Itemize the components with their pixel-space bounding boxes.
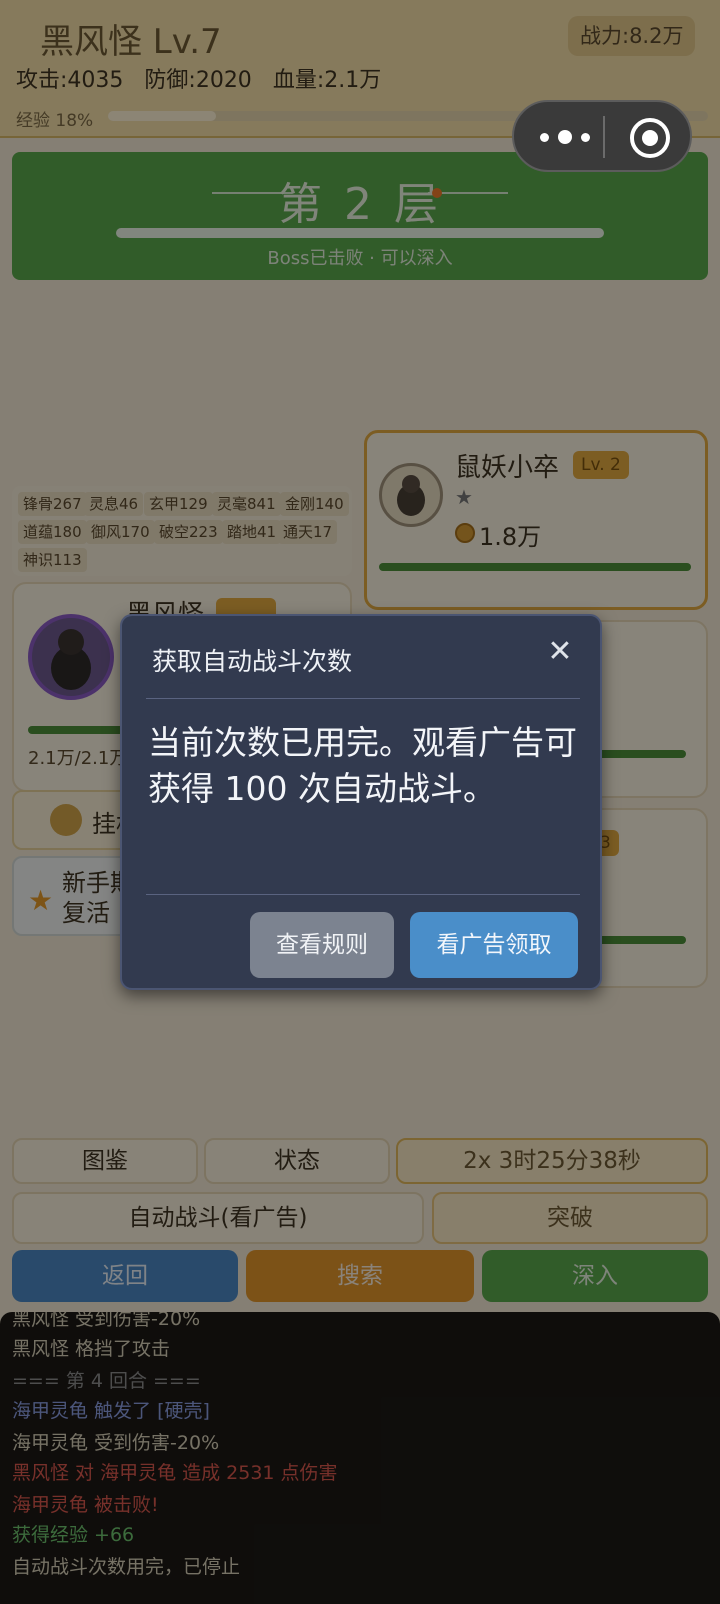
watch-ad-button[interactable]: 看广告领取 [410,912,578,978]
dialog-divider [146,894,580,895]
more-icon[interactable] [540,124,590,150]
miniprogram-capsule [512,100,692,172]
auto-battle-dialog: 获取自动战斗次数 ✕ 当前次数已用完。观看广告可获得 100 次自动战斗。 查看… [120,614,602,990]
dialog-message: 当前次数已用完。观看广告可获得 100 次自动战斗。 [148,723,577,808]
dialog-divider [146,698,580,699]
view-rules-button[interactable]: 查看规则 [250,912,394,978]
capsule-divider [603,116,605,158]
close-miniprogram-icon[interactable] [630,118,670,158]
close-icon[interactable]: ✕ [542,634,578,670]
dialog-title: 获取自动战斗次数 [152,647,353,676]
